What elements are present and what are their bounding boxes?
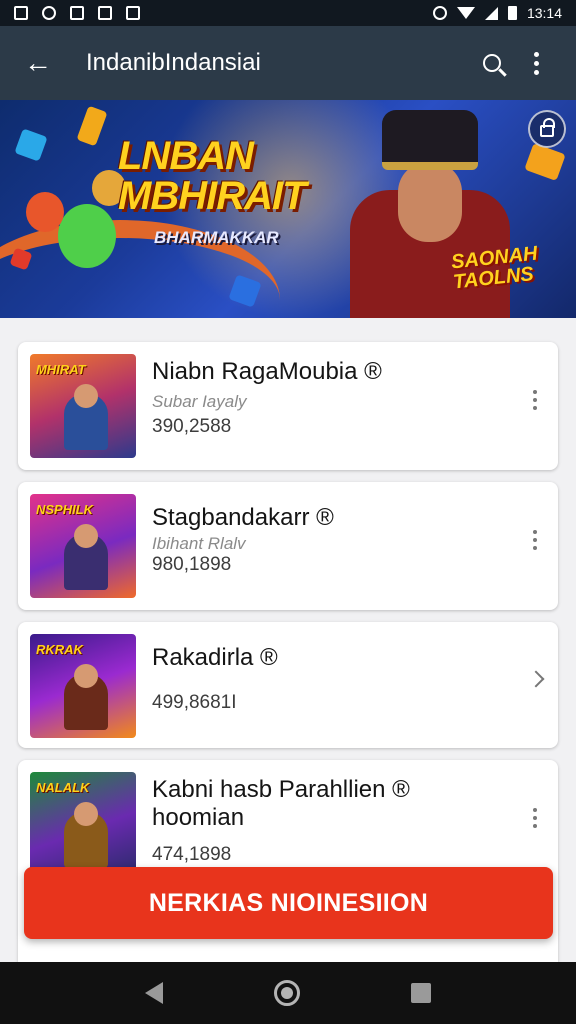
- game-thumbnail: NSPHILK: [30, 494, 136, 598]
- system-nav-bar: [0, 962, 576, 1024]
- item-title: Niabn RagaMoubia ®: [152, 358, 382, 385]
- gem-icon: [76, 105, 108, 147]
- list-item[interactable]: MHIRAT Niabn RagaMoubia ® Subar Iayaly 3…: [18, 342, 558, 470]
- back-button[interactable]: ←: [18, 43, 58, 83]
- item-title: Kabni hasb Parahllien ®: [152, 776, 410, 803]
- nav-home-icon[interactable]: [273, 980, 300, 1006]
- page-title: IndanibIndansiai: [86, 49, 261, 76]
- banner-tag: SAONAH TAOLNS: [450, 242, 539, 294]
- game-thumbnail: MHIRAT: [30, 354, 136, 458]
- arrow-left-icon: ←: [24, 47, 52, 78]
- status-bar: 13:14: [0, 0, 576, 26]
- red-mascot: [26, 192, 64, 232]
- green-mascot: [58, 204, 116, 268]
- notification-icons: [14, 6, 140, 20]
- gallery-notification-icon: [14, 6, 28, 20]
- banner-subtitle: BHARMAKKAR: [154, 228, 279, 247]
- item-more-button[interactable]: [524, 382, 546, 418]
- overflow-menu-button[interactable]: [514, 41, 558, 85]
- chevron-right-icon[interactable]: [527, 670, 545, 688]
- gem-icon: [14, 128, 48, 162]
- app-bar: ← IndanibIndansiai: [0, 26, 576, 100]
- nav-back-icon[interactable]: [145, 982, 164, 1004]
- promo-banner[interactable]: LNBAN MBHIRAIT BHARMAKKAR SAONAH TAOLNS: [0, 100, 576, 318]
- wifi-icon: [456, 7, 475, 19]
- store-icon: [540, 118, 555, 137]
- item-title-line2: hoomian: [152, 804, 245, 831]
- banner-title: LNBAN MBHIRAIT: [118, 134, 307, 218]
- app-notification-icon: [70, 6, 84, 20]
- item-more-button[interactable]: [524, 522, 546, 558]
- game-thumbnail: RKRAK: [30, 634, 136, 738]
- item-subtitle: Ibihant Rlalv: [152, 534, 246, 553]
- cell-signal-icon: [484, 6, 498, 20]
- more-vert-icon: [533, 51, 539, 75]
- item-count: 474,1898: [152, 844, 232, 865]
- item-count: 499,8681I: [152, 692, 237, 713]
- search-button[interactable]: [470, 41, 514, 85]
- item-count: 980,1898: [152, 554, 232, 575]
- battery-icon: [507, 6, 517, 20]
- item-more-button[interactable]: [524, 800, 546, 836]
- list-item[interactable]: NSPHILK Stagbandakarr ® Ibihant Rlalv 98…: [18, 482, 558, 610]
- hero-character-face: [398, 162, 462, 242]
- primary-action-button[interactable]: NERKIAS NIOINESIION: [24, 867, 553, 939]
- item-count: 390,2588: [152, 416, 232, 437]
- game-thumbnail: NALALK: [30, 772, 136, 876]
- item-title: Rakadirla ®: [152, 644, 278, 671]
- status-time: 13:14: [526, 5, 562, 21]
- nav-recents-icon[interactable]: [410, 983, 431, 1003]
- banner-store-button[interactable]: [528, 110, 566, 148]
- gem-icon: [524, 143, 566, 181]
- hero-character-hat: [382, 110, 478, 170]
- clock-notification-icon: [42, 6, 56, 20]
- alarm-icon: [432, 6, 447, 20]
- list-item[interactable]: RKRAK Rakadirla ® 499,8681I: [18, 622, 558, 748]
- mail-notification-icon: [98, 6, 112, 20]
- item-title: Stagbandakarr ®: [152, 504, 334, 531]
- search-icon: [483, 54, 501, 72]
- bag-notification-icon: [126, 6, 140, 20]
- item-subtitle: Subar Iayaly: [152, 392, 247, 411]
